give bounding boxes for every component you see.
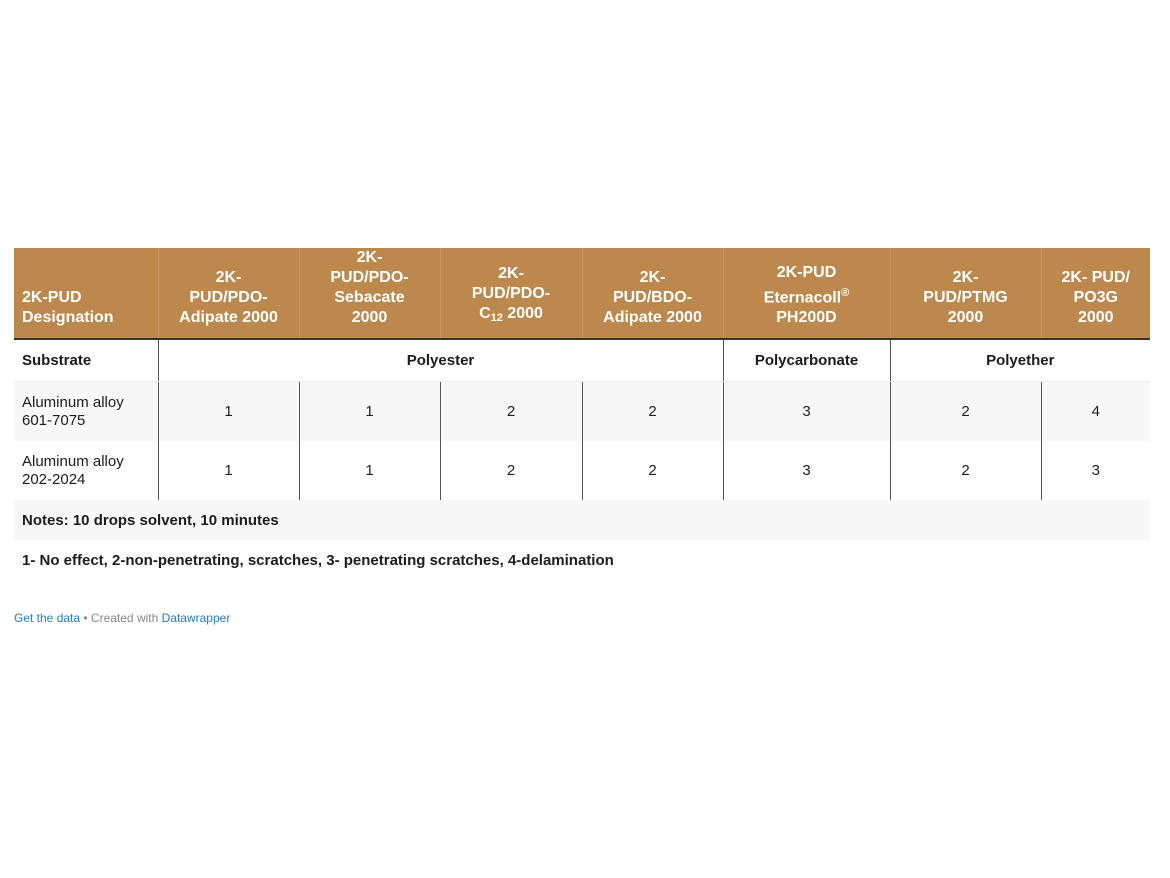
substrate-cell: Aluminum alloy 601-7075 [14,381,158,441]
header-designation: 2K-PUD Designation [14,248,158,339]
table-row: Aluminum alloy 601-7075 1 1 2 2 3 2 4 [14,381,1150,441]
value-cell: 2 [889,381,1041,441]
value-cell: 2 [581,381,723,441]
data-table-container: 2K-PUD Designation 2K- PUD/PDO- Adipate 20… [14,248,1150,580]
group-polyester: Polyester [157,339,723,382]
value-cell: 1 [298,381,440,441]
header-col-3: 2K- PUD/PDO- C12 2000 [439,248,582,339]
header-col-6: 2K- PUD/PTMG 2000 [889,248,1041,339]
header-col-4: 2K- PUD/BDO- Adipate 2000 [581,248,723,339]
notes-text: Notes: 10 drops solvent, 10 minutes [14,500,1150,540]
value-cell: 1 [298,441,440,500]
value-cell: 2 [889,441,1041,500]
group-polycarbonate: Polycarbonate [722,339,890,382]
data-table: 2K-PUD Designation 2K- PUD/PDO- Adipate 20… [14,248,1150,580]
get-data-link[interactable]: Get the data [14,611,80,625]
footer-separator: • Created with [80,611,162,625]
value-cell: 1 [157,381,299,441]
notes-row: Notes: 10 drops solvent, 10 minutes [14,500,1150,540]
header-col-5: 2K-PUD Eternacoll® PH200D [722,248,890,339]
value-cell: 2 [581,441,723,500]
datawrapper-link[interactable]: Datawrapper [162,611,231,625]
table-row: Aluminum alloy 202-2024 1 1 2 2 3 2 3 [14,441,1150,500]
legend-text: 1- No effect, 2-non-penetrating, scratch… [22,551,614,569]
group-polyether: Polyether [889,339,1150,382]
value-cell: 1 [157,441,299,500]
value-cell: 3 [1040,441,1150,500]
value-cell: 3 [722,441,890,500]
header-col-7: 2K- PUD/PO3G 2000 [1040,248,1150,339]
value-cell: 3 [722,381,890,441]
value-cell: 2 [439,381,582,441]
header-row: 2K-PUD Designation 2K- PUD/PDO- Adipate 20… [14,248,1150,339]
substrate-label: Substrate [14,339,158,382]
value-cell: 4 [1040,381,1150,441]
header-col-2: 2K- PUD/PDO- Sebacate 2000 [298,248,440,339]
group-row: Substrate Polyester Polycarbonate Polyet… [14,339,1150,382]
header-col-1: 2K- PUD/PDO- Adipate 2000 [157,248,299,339]
footer: Get the data • Created with Datawrapper [14,611,230,625]
legend-row: 1- No effect, 2-non-penetrating, scratch… [14,540,1150,580]
substrate-cell: Aluminum alloy 202-2024 [22,452,124,488]
value-cell: 2 [439,441,582,500]
